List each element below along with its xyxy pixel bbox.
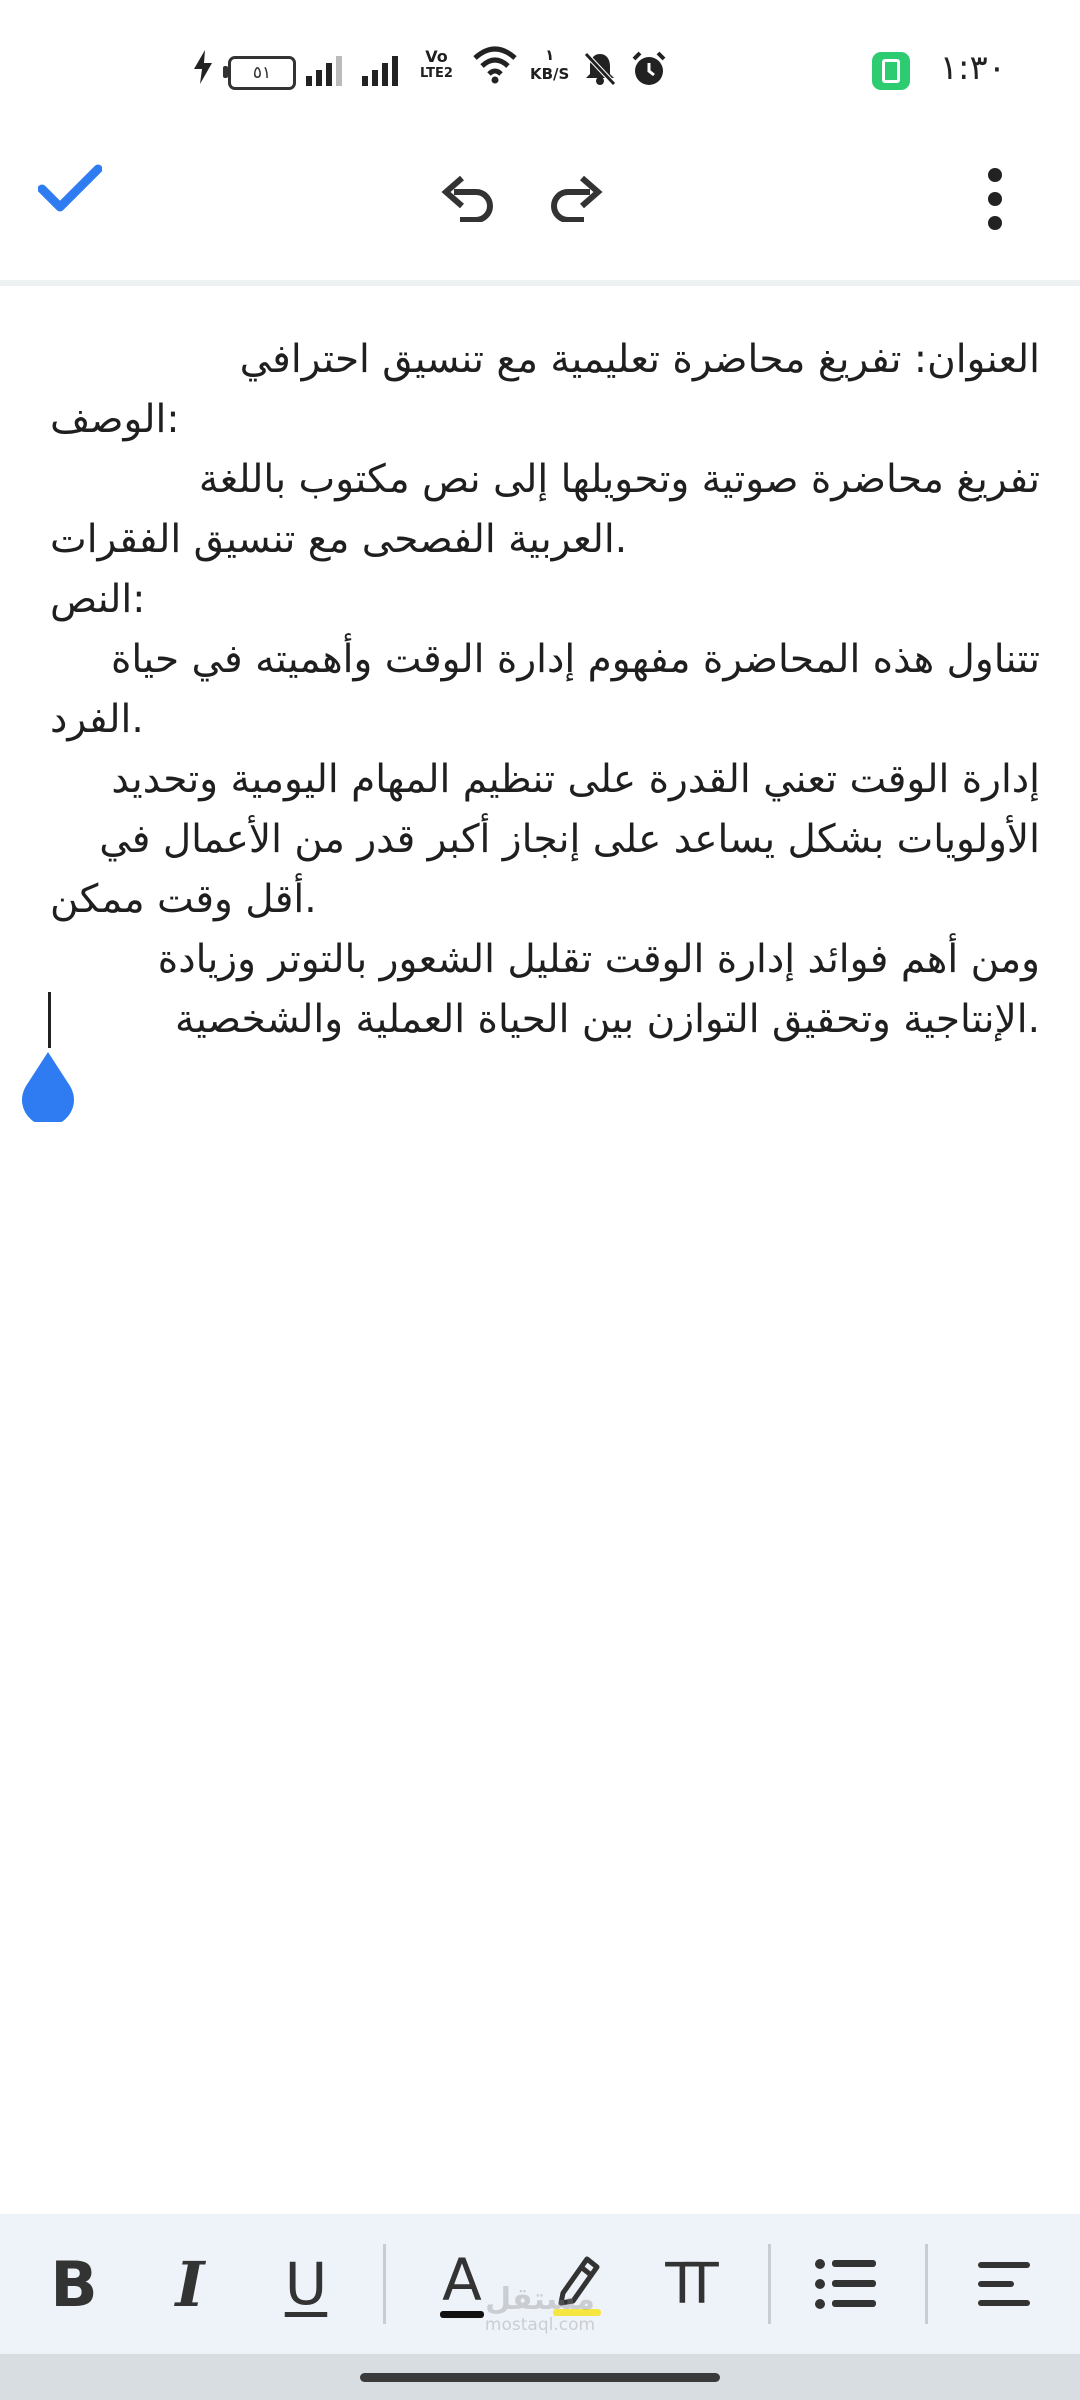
bulleted-list-button[interactable] bbox=[796, 2234, 896, 2334]
cursor-handle[interactable] bbox=[18, 1048, 78, 1126]
watermark-arabic: مستقل bbox=[485, 2282, 595, 2317]
battery-icon: ٥١ bbox=[223, 56, 296, 90]
watermark: مستقل mostaql.com bbox=[470, 2282, 610, 2335]
doc-line: .العربية الفصحى مع تنسيق الفقرات bbox=[50, 510, 1040, 570]
done-button[interactable] bbox=[25, 143, 115, 233]
doc-line: .الإنتاجية وتحقيق التوازن بين الحياة الع… bbox=[175, 997, 1040, 1042]
doc-line: إدارة الوقت تعني القدرة على تنظيم المهام… bbox=[111, 757, 1040, 802]
home-gesture-handle[interactable] bbox=[360, 2373, 720, 2382]
alarm-icon bbox=[630, 50, 668, 88]
text-cursor bbox=[48, 992, 51, 1048]
undo-icon bbox=[441, 175, 493, 222]
bold-icon: B bbox=[50, 2247, 98, 2321]
clock: ١:٣٠ bbox=[939, 48, 1006, 88]
format-separator bbox=[383, 2244, 386, 2324]
data-speed-icon: ١ KB/S bbox=[530, 46, 569, 84]
doc-line-text: .أقل وقت ممكن bbox=[50, 877, 317, 922]
redo-button[interactable] bbox=[532, 152, 622, 242]
format-separator bbox=[925, 2244, 928, 2324]
speed-unit: KB/S bbox=[530, 65, 570, 83]
align-button[interactable] bbox=[954, 2234, 1054, 2334]
volte-top: Vo bbox=[425, 47, 448, 66]
battery-level: ٥١ bbox=[252, 63, 272, 83]
doc-line-text: .العربية الفصحى مع تنسيق الفقرات bbox=[50, 517, 628, 562]
status-bar: ٥١ Vo LTE2 ١ KB/S ١:٣٠ bbox=[0, 0, 1080, 140]
doc-line-text: .الفرد bbox=[50, 697, 144, 742]
doc-line: :الوصف bbox=[50, 390, 1040, 450]
signal-icon bbox=[306, 54, 342, 86]
charging-icon bbox=[192, 50, 214, 84]
doc-line: تتناول هذه المحاضرة مفهوم إدارة الوقت وأ… bbox=[110, 637, 1040, 682]
volte-bottom: LTE2 bbox=[420, 66, 453, 81]
editor-toolbar bbox=[0, 140, 1080, 280]
italic-icon: I bbox=[175, 2247, 205, 2321]
check-icon bbox=[38, 164, 102, 212]
format-separator bbox=[768, 2244, 771, 2324]
doc-line: ومن أهم فوائد إدارة الوقت تقليل الشعور ب… bbox=[157, 937, 1040, 982]
signal-icon bbox=[362, 54, 398, 86]
doc-line: :النص bbox=[50, 570, 1040, 630]
wifi-icon bbox=[472, 46, 518, 84]
doc-line-title: العنوان: تفريغ محاضرة تعليمية مع تنسيق ا… bbox=[239, 337, 1040, 382]
more-options-button[interactable] bbox=[950, 154, 1040, 244]
doc-line: الأولويات بشكل يساعد على إنجاز أكبر قدر … bbox=[99, 817, 1040, 862]
doc-line: تفريغ محاضرة صوتية وتحويلها إلى نص مكتوب… bbox=[198, 457, 1040, 502]
speed-value: ١ bbox=[545, 46, 555, 64]
bold-button[interactable]: B bbox=[24, 2234, 124, 2334]
bulleted-list-icon bbox=[815, 2259, 876, 2309]
text-size-icon: TT bbox=[665, 2251, 719, 2317]
battery-saver-icon bbox=[872, 52, 910, 90]
document-body[interactable]: العنوان: تفريغ محاضرة تعليمية مع تنسيق ا… bbox=[50, 330, 1040, 1050]
doc-line: .الفرد bbox=[50, 690, 1040, 750]
toolbar-divider bbox=[0, 280, 1080, 286]
redo-icon bbox=[551, 175, 603, 222]
doc-line-text: :الوصف bbox=[50, 397, 180, 442]
undo-button[interactable] bbox=[422, 152, 512, 242]
more-vert-icon bbox=[988, 168, 1002, 230]
watermark-latin: mostaql.com bbox=[484, 2315, 596, 2335]
doc-line-text: :النص bbox=[50, 577, 146, 622]
format-toolbar: B I U A TT مستقل mostaql.com bbox=[0, 2214, 1080, 2354]
bell-off-icon bbox=[582, 50, 618, 86]
navigation-bar bbox=[0, 2354, 1080, 2400]
italic-button[interactable]: I bbox=[140, 2234, 240, 2334]
align-icon bbox=[978, 2262, 1030, 2306]
cursor-handle-icon bbox=[21, 1052, 74, 1126]
underline-button[interactable]: U bbox=[256, 2234, 356, 2334]
volte-icon: Vo LTE2 bbox=[420, 48, 453, 82]
underline-icon: U bbox=[284, 2250, 328, 2318]
doc-line: .أقل وقت ممكن bbox=[50, 870, 1040, 930]
text-size-button[interactable]: TT bbox=[642, 2234, 742, 2334]
